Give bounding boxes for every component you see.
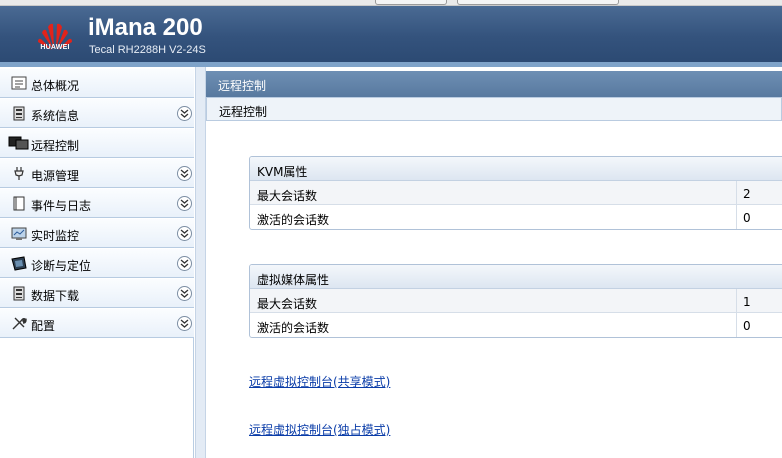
column-divider xyxy=(736,289,737,313)
sidebar-item-label: 配置 xyxy=(31,319,56,333)
tools-icon xyxy=(12,317,27,330)
chevron-down-icon[interactable] xyxy=(177,196,192,211)
sidebar-item-label: 诊断与定位 xyxy=(31,259,92,273)
row-label: 最大会话数 xyxy=(257,189,318,203)
app-title: iMana 200 xyxy=(88,14,203,41)
sidebar-item-data-download[interactable]: 数据下载 xyxy=(0,278,194,308)
sidebar-item-overview[interactable]: 总体概况 xyxy=(0,68,194,98)
sidebar-item-label: 系统信息 xyxy=(31,109,80,123)
sidebar-item-events-logs[interactable]: 事件与日志 xyxy=(0,188,194,218)
sidebar-item-label: 事件与日志 xyxy=(31,199,92,213)
column-divider xyxy=(736,181,737,205)
sidebar-item-label: 实时监控 xyxy=(31,229,80,243)
table-row: 最大会话数 1 xyxy=(250,289,782,313)
page-title-bar: 远程控制 xyxy=(206,71,782,97)
monitor-screen-icon xyxy=(11,227,27,240)
panel-title: KVM属性 xyxy=(257,165,308,179)
overview-icon xyxy=(11,76,27,90)
sidebar-item-label: 远程控制 xyxy=(31,139,80,153)
row-value: 2 xyxy=(743,187,751,201)
sidebar-item-diagnostics[interactable]: 诊断与定位 xyxy=(0,248,194,278)
page-title: 远程控制 xyxy=(218,79,267,93)
power-plug-icon xyxy=(14,167,24,180)
row-value: 1 xyxy=(743,295,751,309)
sidebar-item-realtime-monitor[interactable]: 实时监控 xyxy=(0,218,194,248)
chevron-down-icon[interactable] xyxy=(177,286,192,301)
table-row: 最大会话数 2 xyxy=(250,181,782,205)
kvm-properties-panel: KVM属性 最大会话数 2 激活的会话数 0 xyxy=(249,156,782,230)
sidebar-item-label: 电源管理 xyxy=(31,169,80,183)
chevron-down-icon[interactable] xyxy=(177,316,192,331)
sidebar-nav: 总体概况 系统信息 远程控制 电源管理 事件与日志 实时监控 诊断与定位 数据下… xyxy=(0,68,194,458)
chevron-down-icon[interactable] xyxy=(177,166,192,181)
browser-button-edge[interactable] xyxy=(375,0,447,5)
app-header: HUAWEI iMana 200 Tecal RH2288H V2-24S xyxy=(0,6,782,62)
sidebar-item-system-info[interactable]: 系统信息 xyxy=(0,98,194,128)
section-title: 远程控制 xyxy=(219,105,268,119)
section-header: 远程控制 xyxy=(206,97,782,121)
table-row: 激活的会话数 0 xyxy=(250,205,782,229)
main-content: 远程控制 远程控制 KVM属性 最大会话数 2 激活的会话数 0 虚拟媒体属性 … xyxy=(206,67,782,458)
sidebar-item-power[interactable]: 电源管理 xyxy=(0,158,194,188)
log-book-icon xyxy=(13,196,25,211)
browser-field-edge[interactable] xyxy=(457,0,619,5)
column-divider xyxy=(736,205,737,229)
data-download-icon xyxy=(13,286,25,301)
row-value: 0 xyxy=(743,211,751,225)
table-row: 激活的会话数 0 xyxy=(250,313,782,337)
panel-header: 虚拟媒体属性 xyxy=(250,265,782,289)
column-divider xyxy=(736,313,737,337)
chevron-down-icon[interactable] xyxy=(177,106,192,121)
brand-text: HUAWEI xyxy=(40,44,70,51)
panel-header: KVM属性 xyxy=(250,157,782,181)
sidebar-item-label: 数据下载 xyxy=(31,289,80,303)
server-model: Tecal RH2288H V2-24S xyxy=(89,44,206,56)
diagnostic-icon xyxy=(11,256,27,271)
row-label: 激活的会话数 xyxy=(257,213,330,227)
sidebar-item-remote-control[interactable]: 远程控制 xyxy=(0,128,194,158)
chevron-down-icon[interactable] xyxy=(177,226,192,241)
pane-splitter[interactable] xyxy=(195,67,206,458)
monitors-icon xyxy=(8,136,29,150)
remote-console-shared-link[interactable]: 远程虚拟控制台(共享模式) xyxy=(249,373,390,390)
chevron-down-icon[interactable] xyxy=(177,256,192,271)
remote-console-exclusive-link[interactable]: 远程虚拟控制台(独占模式) xyxy=(249,421,390,438)
row-label: 最大会话数 xyxy=(257,297,318,311)
panel-title: 虚拟媒体属性 xyxy=(257,273,330,287)
sidebar-item-label: 总体概况 xyxy=(31,79,80,93)
system-info-icon xyxy=(13,106,25,121)
virtual-media-panel: 虚拟媒体属性 最大会话数 1 激活的会话数 0 xyxy=(249,264,782,338)
sidebar-item-config[interactable]: 配置 xyxy=(0,308,194,338)
row-value: 0 xyxy=(743,319,751,333)
row-label: 激活的会话数 xyxy=(257,321,330,335)
